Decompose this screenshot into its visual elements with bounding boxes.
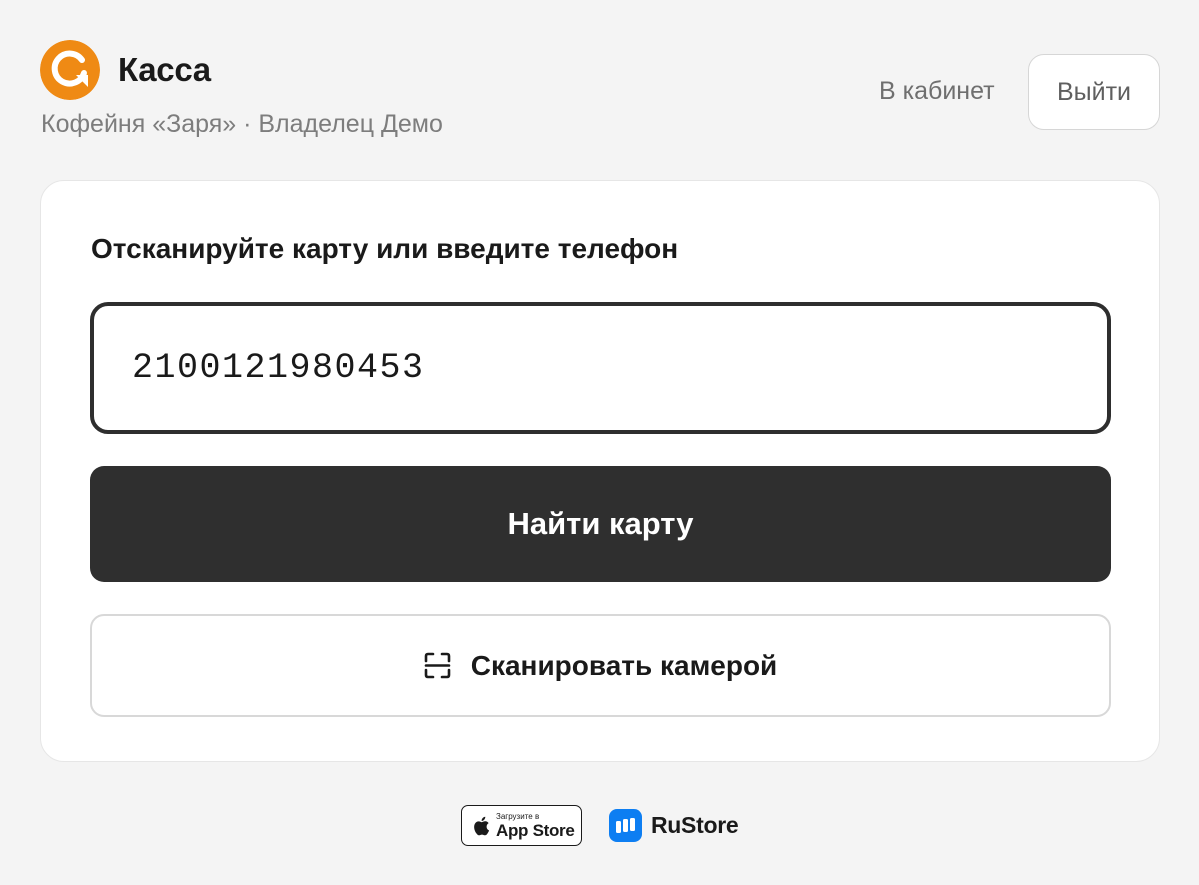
app-title: Касса <box>118 51 211 88</box>
rustore-label: RuStore <box>651 812 739 838</box>
appstore-text: Загрузите в App Store <box>496 811 575 840</box>
lookup-prompt: Отсканируйте карту или введите телефон <box>91 233 679 264</box>
cashier-page: Касса Кофейня «Заря» · Владелец Демо В к… <box>0 0 1199 885</box>
rustore-icon <box>609 809 642 842</box>
logout-button[interactable]: Выйти <box>1028 54 1160 130</box>
find-card-button[interactable]: Найти карту <box>90 466 1111 582</box>
appstore-label: App Store <box>496 820 575 840</box>
card-or-phone-input[interactable] <box>90 302 1111 434</box>
apple-icon <box>474 816 490 835</box>
scan-frame-icon <box>424 652 451 679</box>
scan-camera-button[interactable]: Сканировать камерой <box>90 614 1111 717</box>
rustore-badge[interactable]: RuStore <box>609 809 739 842</box>
scan-camera-label: Сканировать камерой <box>470 649 778 681</box>
appstore-small-label: Загрузите в <box>496 811 540 821</box>
store-owner-subtitle: Кофейня «Заря» · Владелец Демо <box>41 110 443 138</box>
refresh-arrow-circle-icon <box>40 40 100 100</box>
cabinet-link[interactable]: В кабинет <box>879 74 995 108</box>
appstore-badge[interactable]: Загрузите в App Store <box>461 805 582 846</box>
card-lookup-panel: Отсканируйте карту или введите телефон Н… <box>40 180 1160 762</box>
